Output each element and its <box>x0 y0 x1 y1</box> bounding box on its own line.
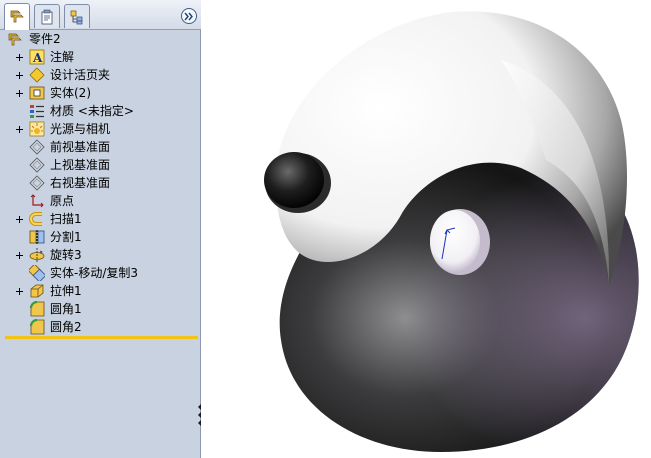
tree-item-move-copy3[interactable]: 实体-移动/复制3 <box>5 264 198 282</box>
solid-bodies-icon <box>29 86 45 100</box>
tree-item-fillet1[interactable]: 圆角1 <box>5 300 198 318</box>
tab-feature-manager[interactable] <box>4 3 30 30</box>
tree-root-label: 零件2 <box>29 32 61 46</box>
expand-toggle[interactable] <box>16 71 25 80</box>
collapse-panel-button[interactable] <box>181 8 197 24</box>
tree-item-label: 上视基准面 <box>50 158 111 172</box>
tree-item-material[interactable]: 材质 <未指定> <box>5 102 198 120</box>
white-eye-boss <box>430 209 490 275</box>
fillet-icon <box>29 319 45 335</box>
tree-item-fillet2[interactable]: 圆角2 <box>5 318 198 336</box>
tree-item-lights-cameras[interactable]: 光源与相机 <box>5 120 198 138</box>
tree-item-label: 分割1 <box>50 230 82 244</box>
tree-item-label: 圆角2 <box>50 320 82 334</box>
tree-item-top-plane[interactable]: 上视基准面 <box>5 156 198 174</box>
feature-tree: 零件2 A 注解 设计活页夹 实体(2) 材质 <未指定> 光源与相机 前视基准… <box>5 30 198 336</box>
rollback-bar[interactable] <box>5 336 198 339</box>
tree-root-part[interactable]: 零件2 <box>5 30 198 48</box>
tree-item-extrude1[interactable]: 拉伸1 <box>5 282 198 300</box>
expand-toggle[interactable] <box>16 53 25 62</box>
tree-item-label: 旋转3 <box>50 248 82 262</box>
tree-item-origin[interactable]: 原点 <box>5 192 198 210</box>
property-manager-icon <box>41 9 53 25</box>
tree-item-label: 右视基准面 <box>50 176 111 190</box>
split-icon <box>29 230 45 244</box>
tree-item-label: 实体-移动/复制3 <box>50 266 139 280</box>
tree-item-label: 注解 <box>50 50 75 64</box>
lights-cameras-icon <box>29 121 45 137</box>
tree-item-label: 原点 <box>50 194 75 208</box>
tree-item-solid-bodies[interactable]: 实体(2) <box>5 84 198 102</box>
expand-toggle[interactable] <box>16 125 25 134</box>
tree-item-label: 扫描1 <box>50 212 82 226</box>
feature-manager-panel: 零件2 A 注解 设计活页夹 实体(2) 材质 <未指定> 光源与相机 前视基准… <box>0 0 201 458</box>
tree-item-annotations[interactable]: A 注解 <box>5 48 198 66</box>
tree-item-right-plane[interactable]: 右视基准面 <box>5 174 198 192</box>
revolve-icon <box>29 248 45 262</box>
expand-toggle[interactable] <box>16 287 25 296</box>
configuration-manager-icon <box>70 10 83 25</box>
expand-toggle[interactable] <box>16 215 25 224</box>
svg-text:A: A <box>32 51 43 65</box>
feature-manager-icon <box>10 10 24 23</box>
design-binder-icon <box>29 67 45 83</box>
panel-tabs <box>0 0 201 30</box>
tab-configuration-manager[interactable] <box>64 4 90 28</box>
tree-item-label: 实体(2) <box>50 86 91 100</box>
fillet-icon <box>29 301 45 317</box>
sweep-icon <box>29 212 42 226</box>
tree-item-sweep1[interactable]: 扫描1 <box>5 210 198 228</box>
plane-icon <box>29 139 45 155</box>
part-icon <box>8 33 22 46</box>
material-icon <box>30 105 44 118</box>
tree-item-label: 前视基准面 <box>50 140 111 154</box>
expand-toggle[interactable] <box>16 251 25 260</box>
double-chevron-right-icon <box>184 12 193 21</box>
tree-item-front-plane[interactable]: 前视基准面 <box>5 138 198 156</box>
annotations-icon: A <box>29 49 45 65</box>
origin-icon <box>30 194 44 208</box>
tree-item-label: 光源与相机 <box>50 122 111 136</box>
extrude-icon <box>30 284 44 298</box>
tree-item-label: 拉伸1 <box>50 284 82 298</box>
move-copy-icon <box>29 265 45 281</box>
plane-icon <box>29 157 45 173</box>
graphics-viewport[interactable] <box>201 0 651 458</box>
plane-icon <box>29 175 45 191</box>
tree-item-label: 圆角1 <box>50 302 82 316</box>
tree-item-label: 材质 <未指定> <box>50 104 134 118</box>
tree-item-design-binder[interactable]: 设计活页夹 <box>5 66 198 84</box>
tree-item-label: 设计活页夹 <box>50 68 111 82</box>
yin-yang-model[interactable] <box>201 0 651 458</box>
tree-item-revolve3[interactable]: 旋转3 <box>5 246 198 264</box>
expand-toggle[interactable] <box>16 89 25 98</box>
tab-property-manager[interactable] <box>34 4 60 28</box>
tree-item-split1[interactable]: 分割1 <box>5 228 198 246</box>
